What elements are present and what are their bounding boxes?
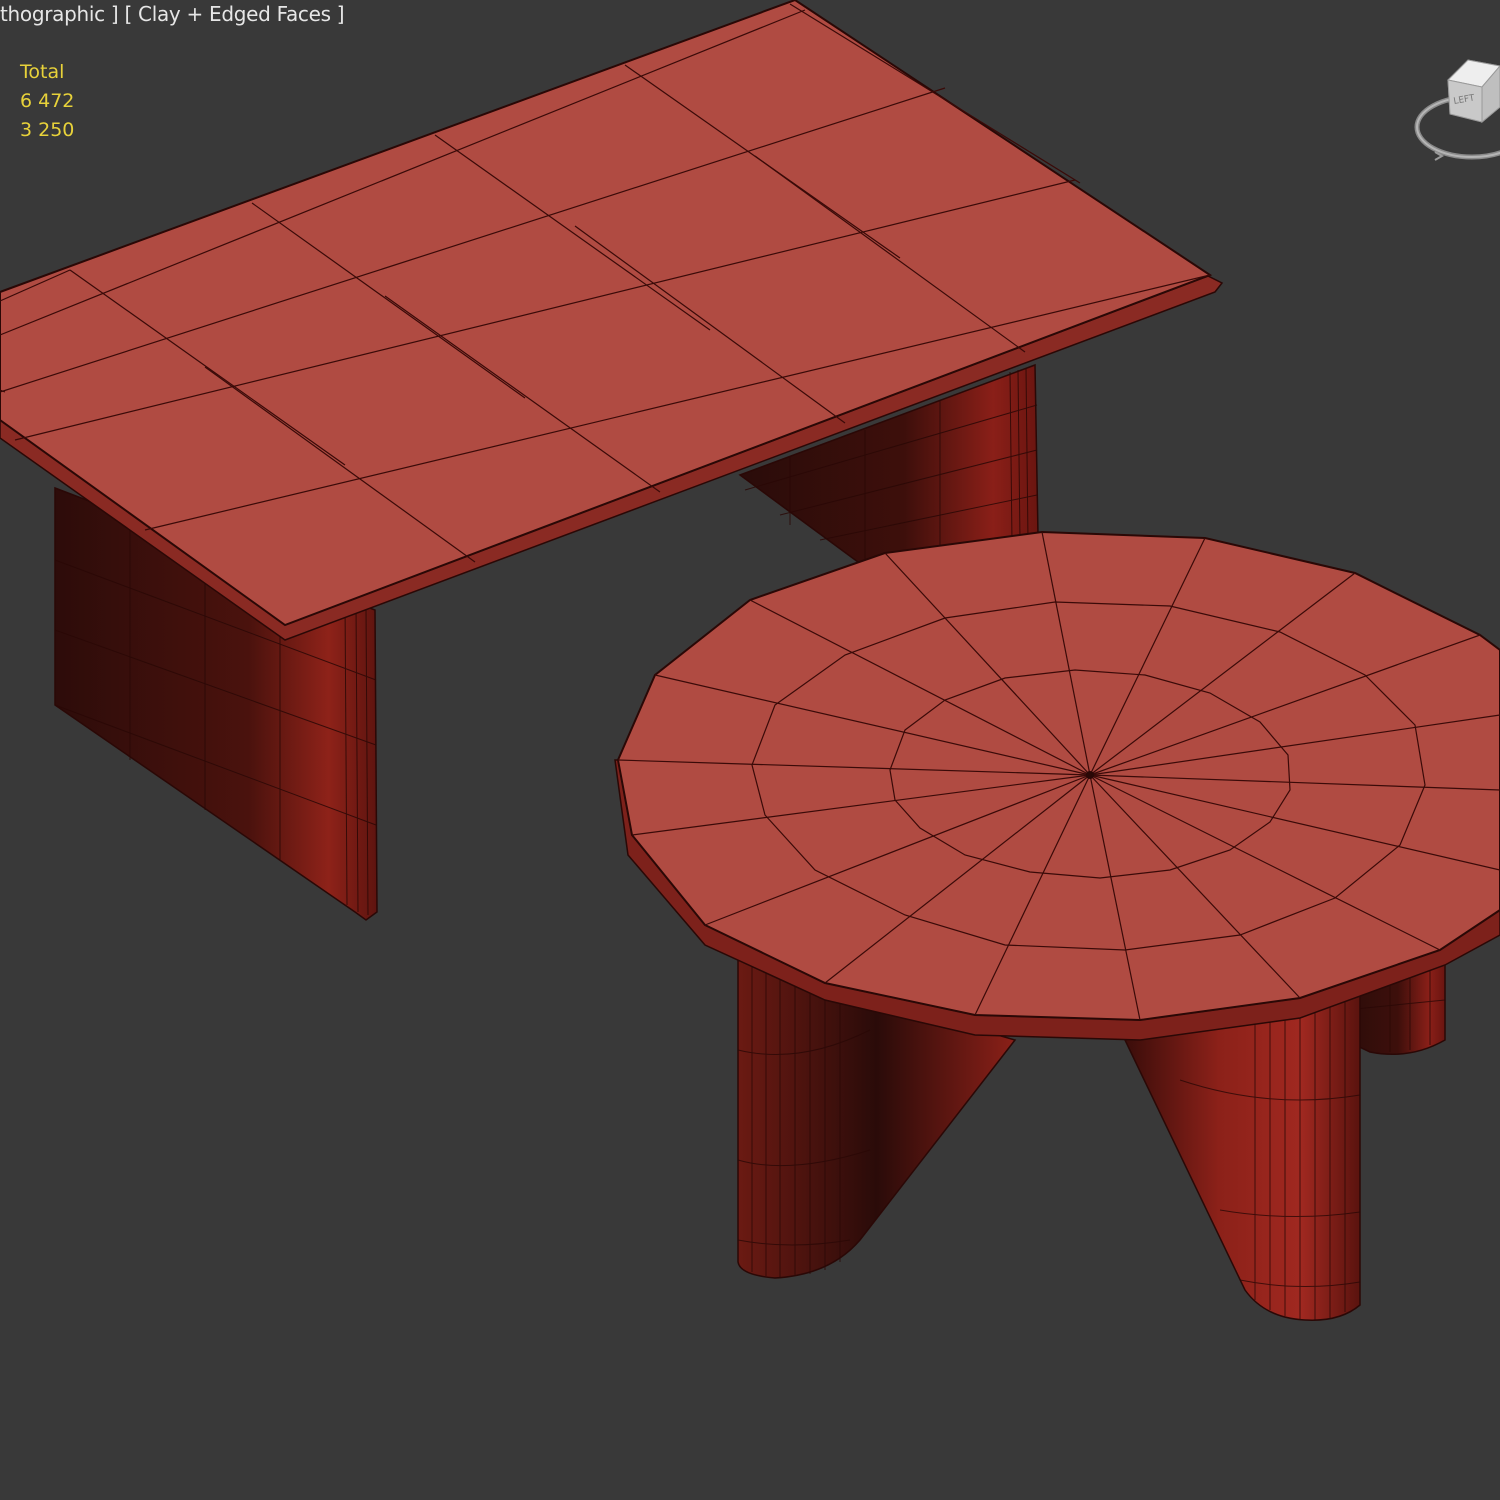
stats-verts: 3 250 xyxy=(20,119,75,141)
3d-viewport[interactable]: thographic ] [ Clay + Edged Faces ] Tota… xyxy=(0,0,1500,1500)
viewport-label[interactable]: thographic ] [ Clay + Edged Faces ] xyxy=(0,2,345,26)
round-table[interactable] xyxy=(614,530,1500,1321)
round-table-top[interactable] xyxy=(616,530,1500,1022)
viewcube-graphic[interactable]: LEFT xyxy=(1410,52,1500,167)
scene-canvas[interactable] xyxy=(0,0,1500,1500)
statistics-overlay: Total 6 472 3 250 xyxy=(20,58,74,145)
viewcube-icon[interactable]: LEFT xyxy=(1410,52,1500,167)
stats-title: Total xyxy=(20,61,65,83)
stats-polys: 6 472 xyxy=(20,90,75,112)
